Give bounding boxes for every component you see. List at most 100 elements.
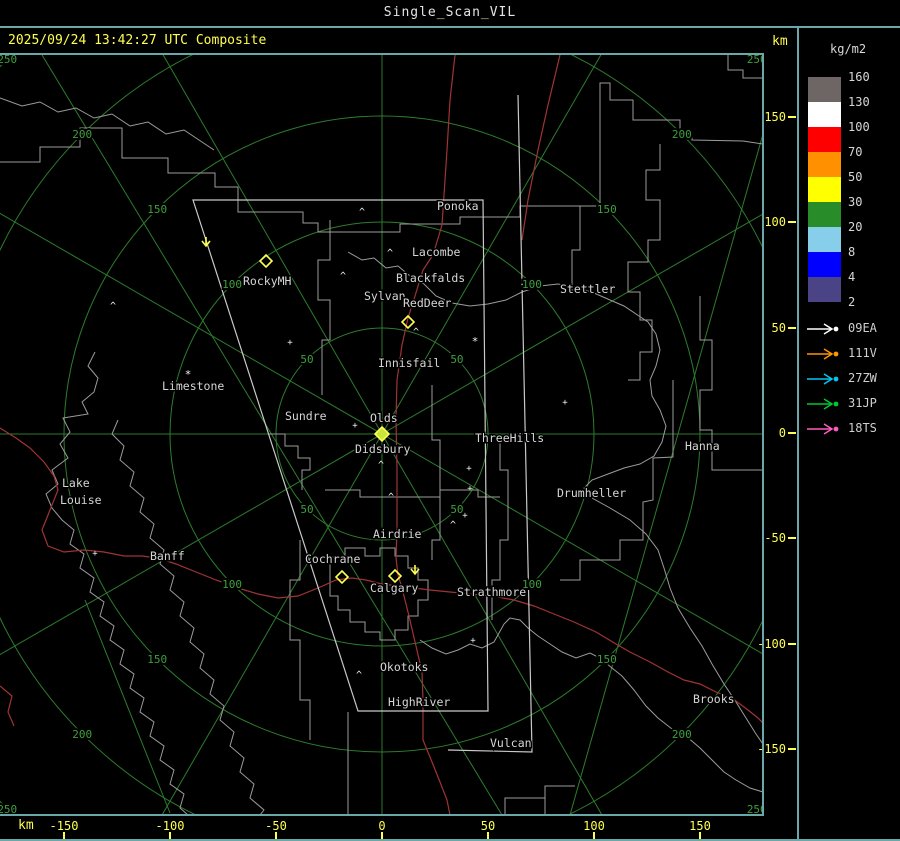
bottom-axis-tick xyxy=(169,832,171,839)
storm-motion-arrow-icon xyxy=(201,237,211,248)
station-id-label: 31JP xyxy=(848,396,877,410)
range-ring-label: 200 xyxy=(72,128,92,141)
storm-marker: ^ xyxy=(356,670,362,681)
legend-value-label: 2 xyxy=(848,295,856,309)
storm-marker: + xyxy=(462,511,468,521)
legend-value-label: 4 xyxy=(848,270,856,284)
range-ring-label: 250 xyxy=(0,803,17,814)
storm-marker: + xyxy=(470,636,476,646)
station-id-label: 111V xyxy=(848,346,877,360)
city-label: Brooks xyxy=(693,692,735,706)
bottom-axis-tick-label: 50 xyxy=(480,819,496,833)
bottom-axis-tick-label: -150 xyxy=(49,819,79,833)
legend-value-label: 8 xyxy=(848,245,856,259)
station-arrow-icon xyxy=(806,421,844,435)
station-arrow-svg xyxy=(807,323,839,335)
storm-marker: * xyxy=(472,335,479,348)
city-label: HighRiver xyxy=(388,695,450,709)
storm-marker: + xyxy=(287,338,293,348)
legend-swatch xyxy=(808,77,841,102)
river-line xyxy=(111,419,265,814)
range-ring-label: 50 xyxy=(450,353,463,366)
range-ring-label: 150 xyxy=(147,203,167,216)
range-ring-label: 200 xyxy=(72,728,92,741)
radar-sector-line xyxy=(84,599,171,814)
scan-coverage-outline xyxy=(447,94,533,753)
right-axis-tick xyxy=(788,115,796,118)
city-label: Banff xyxy=(150,549,185,563)
city-label: Didsbury xyxy=(355,442,410,456)
range-ring-label: 50 xyxy=(300,353,313,366)
right-axis-tick xyxy=(788,748,796,751)
storm-marker: ^ xyxy=(359,207,365,218)
legend-swatch xyxy=(808,252,841,277)
legend-swatch xyxy=(808,102,841,127)
city-label: Lacombe xyxy=(412,245,461,259)
storm-marker: ^ xyxy=(110,301,116,312)
bottom-axis-tick xyxy=(699,832,701,839)
city-label: Hanna xyxy=(685,439,720,453)
radar-site-diamond-icon xyxy=(334,569,350,585)
storm-marker: + xyxy=(466,464,472,474)
municipal-boundary xyxy=(0,127,239,199)
right-axis-tick-label: 50 xyxy=(771,320,786,335)
city-label: Cochrane xyxy=(305,552,360,566)
right-axis-tick xyxy=(788,326,796,329)
city-label: Ponoka xyxy=(437,199,479,213)
range-ring-label: 250 xyxy=(747,55,762,66)
highway-line xyxy=(521,55,561,241)
legend-swatch xyxy=(808,177,841,202)
right-axis-tick-label: 100 xyxy=(764,215,786,230)
legend-value-label: 20 xyxy=(848,220,863,234)
municipal-boundary xyxy=(268,433,311,490)
bottom-axis-tick-label: 150 xyxy=(689,819,711,833)
storm-marker: ^ xyxy=(378,460,384,471)
city-label: Calgary xyxy=(370,581,419,595)
municipal-boundary xyxy=(317,220,331,395)
city-label: RedDeer xyxy=(403,296,452,310)
map-center-site-diamond-icon xyxy=(373,425,391,443)
range-ring-label: 50 xyxy=(300,503,313,516)
right-axis-tick-label: -100 xyxy=(757,636,786,651)
arrow-tip-dot xyxy=(833,376,839,382)
city-label: Louise xyxy=(60,493,102,507)
city-label: ThreeHills xyxy=(475,431,544,445)
legend-unit: kg/m2 xyxy=(830,42,867,56)
range-ring-label: 100 xyxy=(222,278,242,291)
legend-value-label: 30 xyxy=(848,195,863,209)
city-label: Sundre xyxy=(285,409,327,423)
radar-viewer-window: Single_Scan_VIL 2025/09/24 13:42:27 UTC … xyxy=(0,0,900,841)
legend-swatch xyxy=(808,277,841,302)
bottom-axis-unit: km xyxy=(18,818,34,833)
municipal-boundary xyxy=(237,82,762,233)
city-label: Airdrie xyxy=(373,527,422,541)
range-ring-label: 150 xyxy=(147,653,167,666)
municipal-boundary xyxy=(504,785,575,814)
bottom-axis-tick-label: -100 xyxy=(155,819,185,833)
legend-value-label: 130 xyxy=(848,95,870,109)
city-label: Olds xyxy=(370,411,398,425)
station-arrow-svg xyxy=(807,398,839,410)
radar-sector-line xyxy=(569,135,762,814)
city-label: Stettler xyxy=(560,282,615,296)
storm-marker: + xyxy=(92,549,98,559)
range-ring-label: 200 xyxy=(672,128,692,141)
legend-value-label: 70 xyxy=(848,145,863,159)
city-label: Sylvan xyxy=(364,289,406,303)
city-label: Drumheller xyxy=(557,486,626,500)
legend-value-label: 100 xyxy=(848,120,870,134)
range-ring-label: 150 xyxy=(597,653,617,666)
station-id-label: 27ZW xyxy=(848,371,877,385)
station-arrow-icon xyxy=(806,371,844,385)
legend-swatch xyxy=(808,127,841,152)
storm-marker: ^ xyxy=(388,492,394,503)
city-label: Strathmore xyxy=(457,585,526,599)
bottom-axis-tick xyxy=(593,832,595,839)
storm-marker: + xyxy=(562,398,568,408)
city-label: Blackfalds xyxy=(396,271,465,285)
storm-marker: ^ xyxy=(450,520,456,531)
right-axis-tick xyxy=(788,642,796,645)
station-arrow-icon xyxy=(806,396,844,410)
arrow-tip-dot xyxy=(833,351,839,357)
storm-marker: + xyxy=(467,484,473,494)
